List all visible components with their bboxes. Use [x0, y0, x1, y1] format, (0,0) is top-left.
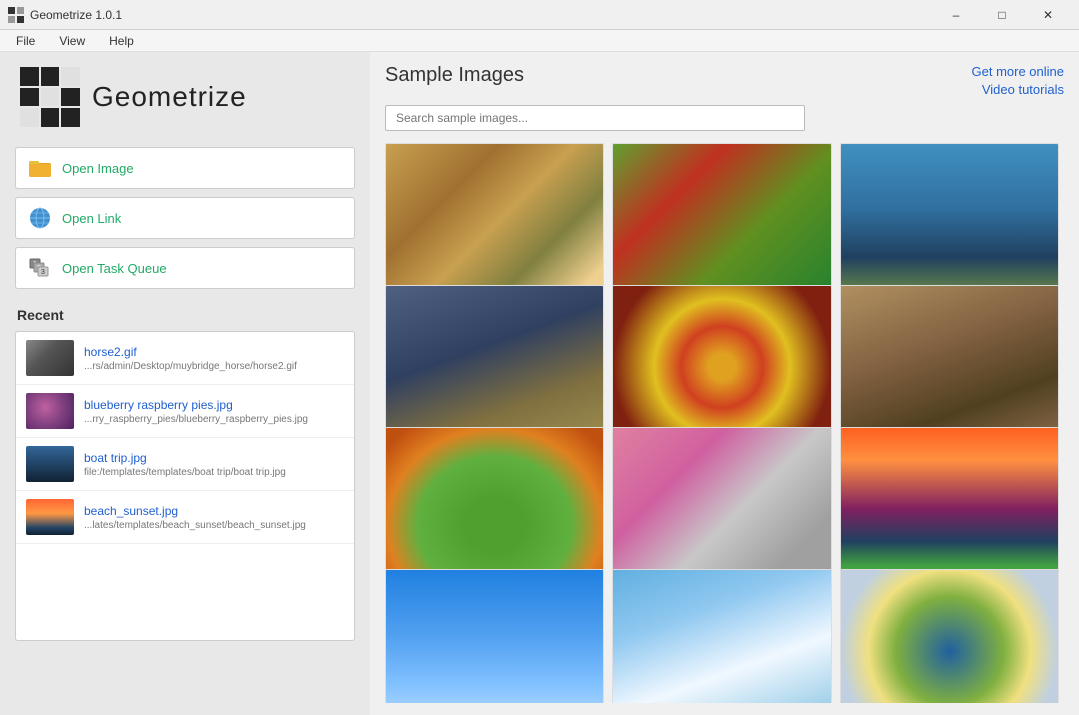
sample-image-butterfly-orange[interactable]	[385, 427, 604, 591]
butterfly-orange-image	[386, 428, 603, 590]
open-image-button[interactable]: Open Image	[15, 147, 355, 189]
close-button[interactable]: ✕	[1025, 0, 1071, 30]
sample-image-peppers[interactable]	[612, 285, 831, 449]
open-link-label: Open Link	[62, 211, 121, 226]
menu-view[interactable]: View	[51, 32, 93, 50]
logo-cell	[41, 88, 60, 107]
video-tutorials-link[interactable]: Video tutorials	[982, 82, 1064, 97]
title-bar-left: Geometrize 1.0.1	[8, 7, 122, 23]
recent-info-horse: horse2.gif ...rs/admin/Desktop/muybridge…	[84, 345, 297, 372]
recent-title: Recent	[15, 307, 355, 323]
recent-name-blueberry: blueberry raspberry pies.jpg	[84, 398, 308, 412]
recent-thumb-horse	[26, 340, 74, 376]
logo-cell	[61, 108, 80, 127]
sample-image-tiger[interactable]	[385, 143, 604, 307]
tiger-image	[386, 144, 603, 306]
image-grid	[385, 143, 1064, 703]
main-layout: Geometrize Open Image	[0, 52, 1079, 715]
vegetables-image	[613, 144, 830, 306]
sample-image-mountains[interactable]	[840, 427, 1059, 591]
recent-name-horse: horse2.gif	[84, 345, 297, 359]
logo-area: Geometrize	[15, 67, 355, 127]
search-input[interactable]	[385, 105, 805, 131]
recent-thumb-boat	[26, 446, 74, 482]
get-more-online-link[interactable]: Get more online	[972, 64, 1065, 79]
recent-info-blueberry: blueberry raspberry pies.jpg ...rry_rasp…	[84, 398, 308, 425]
sample-image-naiad[interactable]	[385, 285, 604, 449]
queue-icon: 1 2 3	[28, 256, 52, 280]
globe-icon	[28, 206, 52, 230]
recent-path-horse: ...rs/admin/Desktop/muybridge_horse/hors…	[84, 361, 297, 372]
logo-title: Geometrize	[92, 81, 247, 113]
sample-image-monalisa[interactable]	[840, 285, 1059, 449]
recent-path-beach: ...lates/templates/beach_sunset/beach_su…	[84, 520, 306, 531]
recent-thumb-blueberry	[26, 393, 74, 429]
content-title: Sample Images	[385, 64, 524, 87]
mountains-image	[841, 428, 1058, 590]
duck-image	[841, 144, 1058, 306]
recent-section: Recent horse2.gif ...rs/admin/Desktop/mu…	[15, 307, 355, 641]
peppers-image	[613, 286, 830, 448]
recent-thumb-beach	[26, 499, 74, 535]
recent-item-beach[interactable]: beach_sunset.jpg ...lates/templates/beac…	[16, 491, 354, 544]
title-bar-controls: – □ ✕	[933, 0, 1071, 30]
earth-image	[841, 570, 1058, 703]
sample-image-clouds[interactable]	[612, 569, 831, 703]
sidebar: Geometrize Open Image	[0, 52, 370, 715]
recent-item-blueberry[interactable]: blueberry raspberry pies.jpg ...rry_rasp…	[16, 385, 354, 438]
sample-image-sky[interactable]	[385, 569, 604, 703]
window-title: Geometrize 1.0.1	[30, 8, 122, 22]
minimize-button[interactable]: –	[933, 0, 979, 30]
logo-cell	[61, 88, 80, 107]
maximize-button[interactable]: □	[979, 0, 1025, 30]
recent-item-horse[interactable]: horse2.gif ...rs/admin/Desktop/muybridge…	[16, 332, 354, 385]
open-image-label: Open Image	[62, 161, 134, 176]
logo-cell	[41, 67, 60, 86]
app-icon	[8, 7, 24, 23]
logo-cell	[61, 67, 80, 86]
recent-name-beach: beach_sunset.jpg	[84, 504, 306, 518]
sample-image-butterfly-gray[interactable]	[612, 427, 831, 591]
sample-image-duck[interactable]	[840, 143, 1059, 307]
recent-path-blueberry: ...rry_raspberry_pies/blueberry_raspberr…	[84, 414, 308, 425]
clouds-image	[613, 570, 830, 703]
recent-info-beach: beach_sunset.jpg ...lates/templates/beac…	[84, 504, 306, 531]
butterfly-gray-image	[613, 428, 830, 590]
folder-icon	[28, 156, 52, 180]
sky-image	[386, 570, 603, 703]
sample-image-earth[interactable]	[840, 569, 1059, 703]
svg-text:3: 3	[41, 269, 45, 276]
menu-bar: File View Help	[0, 30, 1079, 52]
content-area: Sample Images Get more online Video tuto…	[370, 52, 1079, 715]
open-task-queue-label: Open Task Queue	[62, 261, 167, 276]
content-header: Sample Images Get more online Video tuto…	[385, 64, 1064, 97]
logo-cell	[20, 67, 39, 86]
menu-help[interactable]: Help	[101, 32, 142, 50]
title-bar: Geometrize 1.0.1 – □ ✕	[0, 0, 1079, 30]
monalisa-image	[841, 286, 1058, 448]
open-task-queue-button[interactable]: 1 2 3 Open Task Queue	[15, 247, 355, 289]
menu-file[interactable]: File	[8, 32, 43, 50]
recent-name-boat: boat trip.jpg	[84, 451, 286, 465]
logo-cell	[20, 88, 39, 107]
recent-info-boat: boat trip.jpg file:/templates/templates/…	[84, 451, 286, 478]
logo-grid	[20, 67, 80, 127]
naiad-image	[386, 286, 603, 448]
recent-item-boat[interactable]: boat trip.jpg file:/templates/templates/…	[16, 438, 354, 491]
logo-cell	[41, 108, 60, 127]
recent-list: horse2.gif ...rs/admin/Desktop/muybridge…	[15, 331, 355, 641]
logo-cell	[20, 108, 39, 127]
recent-path-boat: file:/templates/templates/boat trip/boat…	[84, 467, 286, 478]
header-links: Get more online Video tutorials	[972, 64, 1065, 97]
sample-image-vegetables[interactable]	[612, 143, 831, 307]
open-link-button[interactable]: Open Link	[15, 197, 355, 239]
